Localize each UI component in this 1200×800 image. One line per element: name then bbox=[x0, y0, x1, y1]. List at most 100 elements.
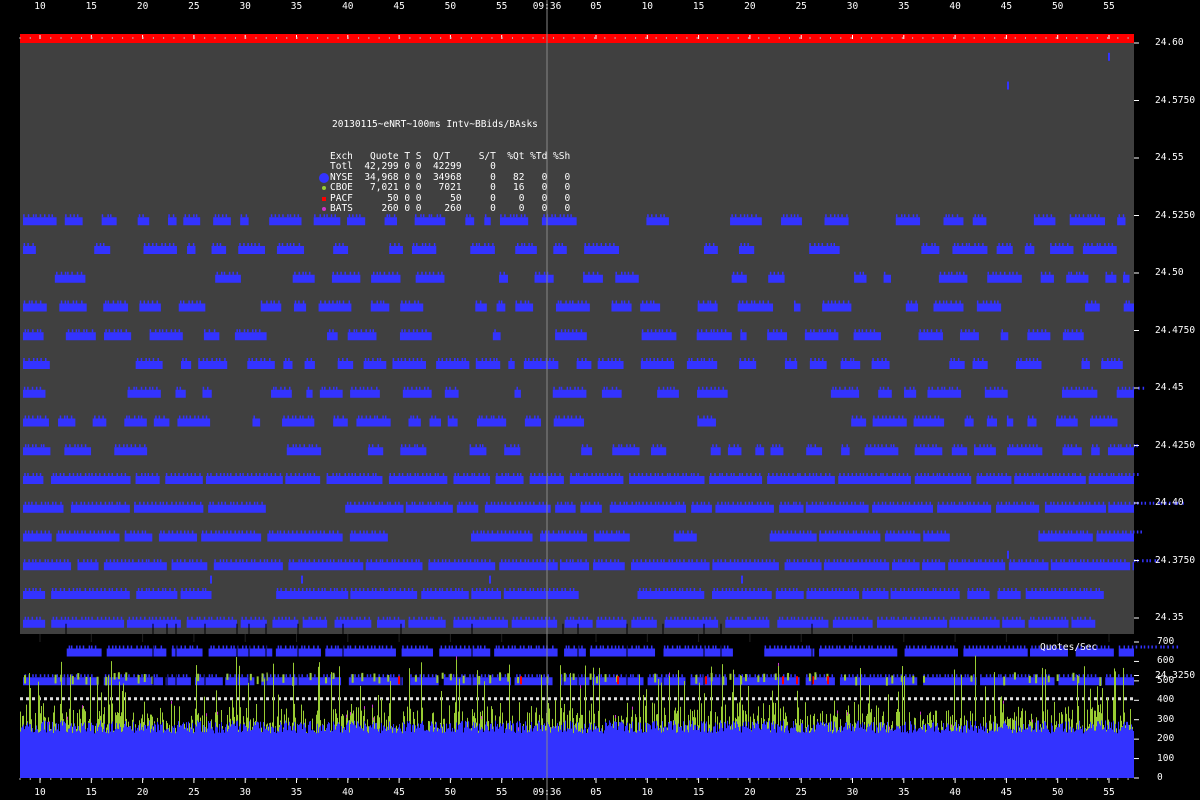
nyse-quote-spike bbox=[789, 358, 791, 361]
nyse-quote-spike bbox=[923, 329, 925, 333]
nyse-volume-bar bbox=[463, 732, 464, 778]
bottom-tick bbox=[674, 697, 677, 701]
nyse-volume-bar bbox=[102, 732, 103, 778]
nyse-quote-spike bbox=[697, 616, 699, 620]
nyse-quote-run bbox=[918, 332, 943, 341]
nyse-quote-spike bbox=[71, 271, 73, 275]
nyse-quote-spike bbox=[184, 559, 186, 563]
nyse-quote-spike bbox=[741, 300, 744, 304]
nyse-volume-bar bbox=[738, 726, 739, 778]
nyse-volume-bar bbox=[714, 726, 715, 778]
nyse-quote-spike bbox=[525, 501, 527, 505]
nyse-quote-spike bbox=[1062, 386, 1065, 390]
nyse-volume-bar bbox=[503, 722, 504, 778]
nyse-quote-spike bbox=[1119, 559, 1122, 563]
nyse-quote-spike bbox=[151, 616, 154, 620]
cboe-volume-bar bbox=[148, 718, 149, 726]
nyse-quote-spike bbox=[1102, 559, 1105, 563]
nyse-quote-spike bbox=[932, 588, 935, 591]
nyse-quote-run bbox=[1096, 533, 1134, 542]
nyse-quote-spike bbox=[426, 645, 428, 649]
nyse-volume-bar bbox=[161, 724, 162, 778]
nyse-volume-bar bbox=[558, 731, 559, 778]
nyse-volume-bar bbox=[195, 724, 196, 778]
bottom-tick bbox=[500, 697, 503, 701]
nyse-quote-spike bbox=[124, 300, 126, 304]
nyse-quote-spike bbox=[1091, 386, 1093, 390]
nyse-volume-bar bbox=[145, 724, 146, 778]
nyse-volume-bar bbox=[72, 732, 73, 778]
nyse-quote-spike bbox=[1095, 415, 1098, 419]
nyse-quote-spike bbox=[313, 645, 315, 649]
nyse-quote-spike bbox=[1096, 559, 1098, 563]
nyse-quote-spike bbox=[623, 501, 626, 505]
nyse-quote-spike bbox=[84, 588, 87, 591]
nyse-quote-spike bbox=[944, 674, 947, 678]
nyse-quote-spike bbox=[87, 674, 89, 678]
nyse-quote-spike bbox=[905, 674, 907, 678]
nyse-quote-spike bbox=[247, 329, 249, 333]
nyse-quote-spike bbox=[753, 300, 756, 304]
bats-volume-bar bbox=[372, 704, 373, 708]
nyse-quote-spike bbox=[184, 645, 186, 649]
nyse-quote-spike bbox=[87, 501, 90, 505]
nyse-quote-spike bbox=[794, 300, 796, 304]
cboe-volume-bar bbox=[643, 694, 644, 732]
nyse-quote-run bbox=[348, 677, 403, 686]
nyse-volume-bar bbox=[213, 730, 214, 778]
nyse-quote-spike bbox=[454, 386, 457, 390]
nyse-quote-spike bbox=[671, 645, 674, 649]
nyse-quote-spike bbox=[312, 530, 314, 534]
nyse-quote-spike bbox=[145, 674, 148, 678]
nyse-quote-spike bbox=[814, 588, 817, 591]
nyse-volume-bar bbox=[880, 730, 881, 778]
nyse-volume-bar bbox=[432, 723, 433, 778]
nyse-quote-spike bbox=[710, 386, 712, 390]
cboe-volume-bar bbox=[814, 713, 815, 732]
nyse-quote-spike bbox=[927, 674, 929, 678]
nyse-quote-spike bbox=[703, 358, 705, 361]
nyse-quote-spike bbox=[665, 501, 668, 505]
nyse-quote-spike bbox=[1132, 473, 1135, 476]
nyse-quote-spike bbox=[922, 588, 925, 591]
nyse-volume-bar bbox=[662, 721, 663, 778]
nyse-volume-bar bbox=[517, 721, 518, 778]
bottom-tick bbox=[104, 697, 107, 701]
nyse-quote-spike bbox=[260, 300, 263, 304]
nyse-volume-bar bbox=[310, 720, 311, 778]
nyse-quote-run bbox=[943, 217, 964, 226]
cboe-volume-bar bbox=[798, 707, 799, 732]
cboe-volume-bar bbox=[598, 710, 599, 728]
bottom-tick bbox=[818, 697, 821, 701]
nyse-quote-spike bbox=[366, 501, 369, 505]
nyse-quote-spike bbox=[421, 271, 423, 275]
nyse-quote-spike bbox=[923, 559, 925, 563]
nyse-quote-spike bbox=[952, 645, 955, 649]
nyse-quote-spike bbox=[512, 559, 514, 563]
nyse-quote-spike bbox=[326, 473, 329, 476]
bottom-tick bbox=[80, 697, 83, 701]
cboe-quote bbox=[143, 674, 146, 683]
nyse-quote-spike bbox=[1029, 243, 1032, 246]
nyse-volume-bar bbox=[176, 731, 177, 778]
nyse-quote-spike bbox=[1076, 271, 1078, 275]
nyse-quote-spike bbox=[212, 501, 214, 505]
nyse-volume-bar bbox=[302, 729, 303, 778]
nyse-volume-bar bbox=[627, 722, 628, 778]
nyse-volume-bar bbox=[900, 726, 901, 778]
bottom-tick bbox=[344, 697, 347, 701]
nyse-quote-spike bbox=[859, 473, 862, 476]
nyse-quote-spike bbox=[585, 501, 587, 505]
nyse-quote-run bbox=[205, 476, 283, 484]
nyse-quote-spike bbox=[790, 214, 793, 218]
nyse-volume-bar bbox=[733, 720, 734, 778]
nyse-quote-spike bbox=[76, 645, 78, 649]
nyse-quote-spike bbox=[1011, 588, 1013, 591]
nyse-quote-spike bbox=[581, 358, 583, 361]
nyse-quote-spike bbox=[128, 415, 130, 419]
nyse-quote-spike bbox=[349, 271, 352, 275]
nyse-quote-spike bbox=[1042, 214, 1045, 218]
nyse-quote-spike bbox=[660, 559, 662, 563]
nyse-volume-bar bbox=[437, 731, 438, 778]
nyse-quote-run bbox=[408, 619, 446, 628]
